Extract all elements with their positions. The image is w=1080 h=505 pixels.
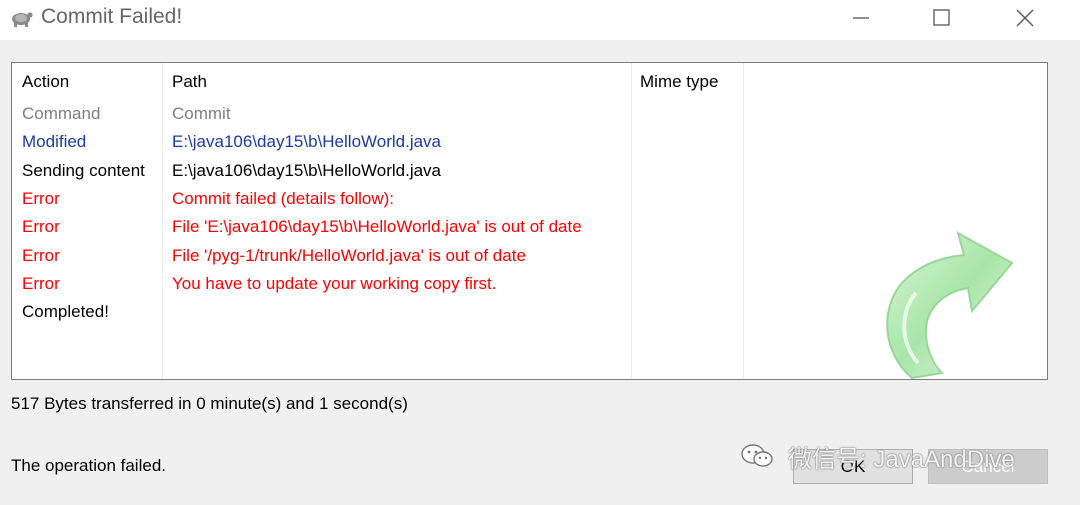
watermark-text: 微信号: JavaAndDive — [788, 446, 1015, 473]
log-action: Command — [22, 104, 101, 123]
maximize-icon — [933, 9, 950, 26]
log-action: Modified — [22, 132, 87, 152]
log-action: Error — [22, 273, 60, 293]
log-action: Sending content — [22, 160, 145, 180]
minimize-button[interactable] — [838, 0, 884, 36]
watermark: 微信号: JavaAndDive — [740, 437, 1060, 477]
log-path: E:\java106\day15\b\HelloWorld.java — [172, 160, 442, 180]
log-row[interactable]: Completed! — [12, 302, 632, 330]
minimize-icon — [853, 17, 869, 19]
title-bar: Commit Failed! — [0, 0, 1080, 40]
log-path: File 'E:\java106\day15\b\HelloWorld.java… — [172, 217, 582, 237]
commit-failed-dialog: Commit Failed! Action Path Mime type Com… — [0, 0, 1080, 505]
log-path: E:\java106\day15\b\HelloWorld.java — [172, 132, 442, 152]
wechat-icon — [741, 444, 773, 467]
log-action: Error — [22, 217, 60, 237]
log-row[interactable]: Command Commit — [12, 104, 632, 132]
log-row[interactable]: Error You have to update your working cop… — [12, 274, 632, 302]
column-header-action[interactable]: Action — [22, 72, 69, 92]
close-button[interactable] — [1002, 0, 1048, 36]
log-row[interactable]: Error File 'E:\java106\day15\b\HelloWorld… — [12, 217, 632, 245]
log-path: You have to update your working copy fir… — [172, 273, 497, 293]
column-header-mime-type[interactable]: Mime type — [640, 72, 718, 92]
commit-arrow-icon — [886, 230, 1014, 379]
tortoise-icon — [12, 12, 33, 27]
log-list[interactable]: Action Path Mime type Command Commit Modif… — [11, 62, 1048, 380]
column-divider — [743, 63, 744, 379]
window-title: Commit Failed! — [41, 5, 183, 28]
transfer-info: 517 Bytes transferred in 0 minute(s) and… — [11, 394, 408, 413]
log-action: Error — [22, 245, 60, 265]
operation-status: The operation failed. — [11, 456, 166, 475]
log-row[interactable]: Modified E:\java106\day15\b\HelloWorld.ja… — [12, 132, 632, 160]
log-action: Completed! — [22, 302, 109, 322]
log-path: File '/pyg-1/trunk/HelloWorld.java' is o… — [172, 245, 526, 265]
log-row[interactable]: Sending content E:\java106\day15\b\HelloW… — [12, 161, 632, 189]
log-path: Commit failed (details follow): — [172, 188, 395, 208]
maximize-button[interactable] — [918, 0, 964, 36]
log-row[interactable]: Error Commit failed (details follow): — [12, 189, 632, 217]
log-row[interactable]: Error File '/pyg-1/trunk/HelloWorld.java'… — [12, 246, 632, 274]
log-action: Error — [22, 188, 60, 208]
log-path: Commit — [172, 104, 231, 123]
close-icon — [1016, 9, 1034, 27]
column-header-path[interactable]: Path — [172, 72, 207, 92]
dialog-body: Action Path Mime type Command Commit Modif… — [0, 40, 1080, 505]
